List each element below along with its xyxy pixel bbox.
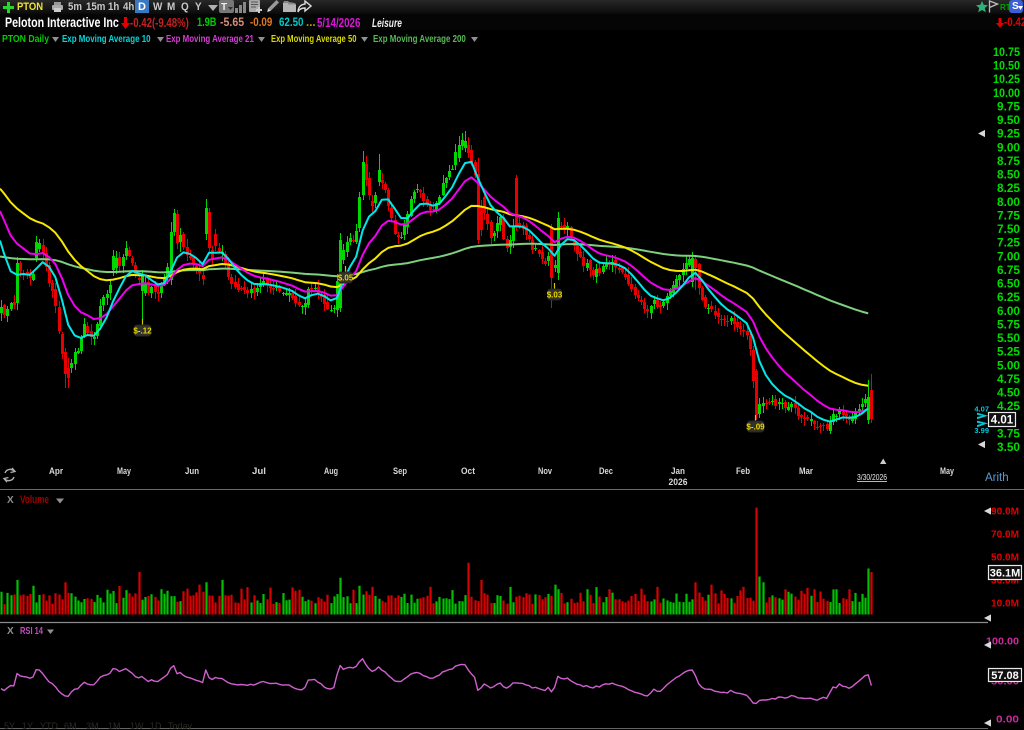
svg-text:1Y: 1Y <box>22 721 33 730</box>
svg-text:90.0M: 90.0M <box>991 506 1019 518</box>
svg-text:6.75: 6.75 <box>997 265 1021 277</box>
svg-text:10.0M: 10.0M <box>991 598 1019 610</box>
svg-text:5.25: 5.25 <box>997 347 1021 359</box>
svg-text:X: X <box>7 626 14 637</box>
svg-text:6M: 6M <box>64 721 77 730</box>
svg-text:8.75: 8.75 <box>997 156 1021 168</box>
svg-text:1W: 1W <box>130 721 144 730</box>
svg-text:36.1M: 36.1M <box>990 568 1021 580</box>
svg-text:70.0M: 70.0M <box>991 529 1019 541</box>
svg-text:Oct: Oct <box>461 466 476 477</box>
svg-text:$.05: $.05 <box>338 274 354 283</box>
svg-text:6.50: 6.50 <box>997 279 1020 291</box>
svg-text:2026: 2026 <box>669 477 688 488</box>
svg-text:Volume: Volume <box>20 494 49 506</box>
svg-text:5.75: 5.75 <box>997 319 1021 331</box>
svg-text:Apr: Apr <box>49 466 63 477</box>
svg-text:May: May <box>940 466 955 477</box>
svg-text:9.50: 9.50 <box>997 115 1020 127</box>
svg-text:YTD: YTD <box>40 721 59 730</box>
svg-text:4.07: 4.07 <box>974 405 989 414</box>
svg-text:RSI 14: RSI 14 <box>20 626 43 637</box>
svg-text:1D: 1D <box>150 721 162 730</box>
svg-text:4.25: 4.25 <box>997 401 1021 413</box>
svg-text:5.50: 5.50 <box>997 333 1020 345</box>
svg-text:10.25: 10.25 <box>993 74 1021 86</box>
svg-text:Dec: Dec <box>599 466 613 477</box>
svg-text:10.00: 10.00 <box>993 88 1020 100</box>
svg-text:1M: 1M <box>108 721 121 730</box>
svg-text:Jul: Jul <box>252 466 266 477</box>
svg-text:57.08: 57.08 <box>991 670 1019 682</box>
svg-text:X: X <box>7 495 14 506</box>
svg-text:4.01: 4.01 <box>991 415 1014 427</box>
svg-text:10.50: 10.50 <box>993 61 1020 73</box>
svg-text:Jan: Jan <box>671 466 685 477</box>
svg-text:0.00: 0.00 <box>996 714 1019 726</box>
svg-text:T: T <box>221 2 227 13</box>
svg-text:$.03: $.03 <box>547 291 563 300</box>
svg-text:3.50: 3.50 <box>997 442 1020 454</box>
svg-text:6.25: 6.25 <box>997 292 1021 304</box>
svg-text:50.0M: 50.0M <box>991 552 1019 564</box>
svg-text:7.50: 7.50 <box>997 224 1020 236</box>
svg-text:7.75: 7.75 <box>997 210 1021 222</box>
svg-text:3.99: 3.99 <box>974 426 989 435</box>
svg-text:8.50: 8.50 <box>997 170 1020 182</box>
svg-text:8.25: 8.25 <box>997 183 1021 195</box>
svg-text:5Y: 5Y <box>4 721 15 730</box>
svg-text:6.00: 6.00 <box>997 306 1020 318</box>
svg-text:3/30/2026: 3/30/2026 <box>857 473 887 482</box>
svg-text:7.25: 7.25 <box>997 238 1021 250</box>
svg-text:Sep: Sep <box>393 466 407 477</box>
svg-text:Jun: Jun <box>185 466 199 477</box>
svg-text:8.00: 8.00 <box>997 197 1020 209</box>
svg-text:Feb: Feb <box>736 466 750 477</box>
svg-text:$-.12: $-.12 <box>133 327 152 336</box>
svg-text:4.75: 4.75 <box>997 374 1021 386</box>
svg-text:7.00: 7.00 <box>997 251 1020 263</box>
svg-text:Today: Today <box>168 721 193 730</box>
svg-text:9.25: 9.25 <box>997 129 1021 141</box>
svg-text:5.00: 5.00 <box>997 360 1020 372</box>
svg-text:Arith: Arith <box>985 472 1009 484</box>
svg-text:9.00: 9.00 <box>997 142 1020 154</box>
svg-text:$-.09: $-.09 <box>746 423 765 432</box>
svg-text:Mar: Mar <box>799 466 813 477</box>
svg-text:10.75: 10.75 <box>993 47 1021 59</box>
svg-text:Aug: Aug <box>324 466 338 477</box>
svg-text:Nov: Nov <box>538 466 553 477</box>
svg-text:May: May <box>117 466 132 477</box>
svg-text:3.75: 3.75 <box>997 428 1021 440</box>
svg-text:3M: 3M <box>86 721 99 730</box>
svg-text:4.50: 4.50 <box>997 388 1020 400</box>
svg-text:9.75: 9.75 <box>997 102 1021 114</box>
